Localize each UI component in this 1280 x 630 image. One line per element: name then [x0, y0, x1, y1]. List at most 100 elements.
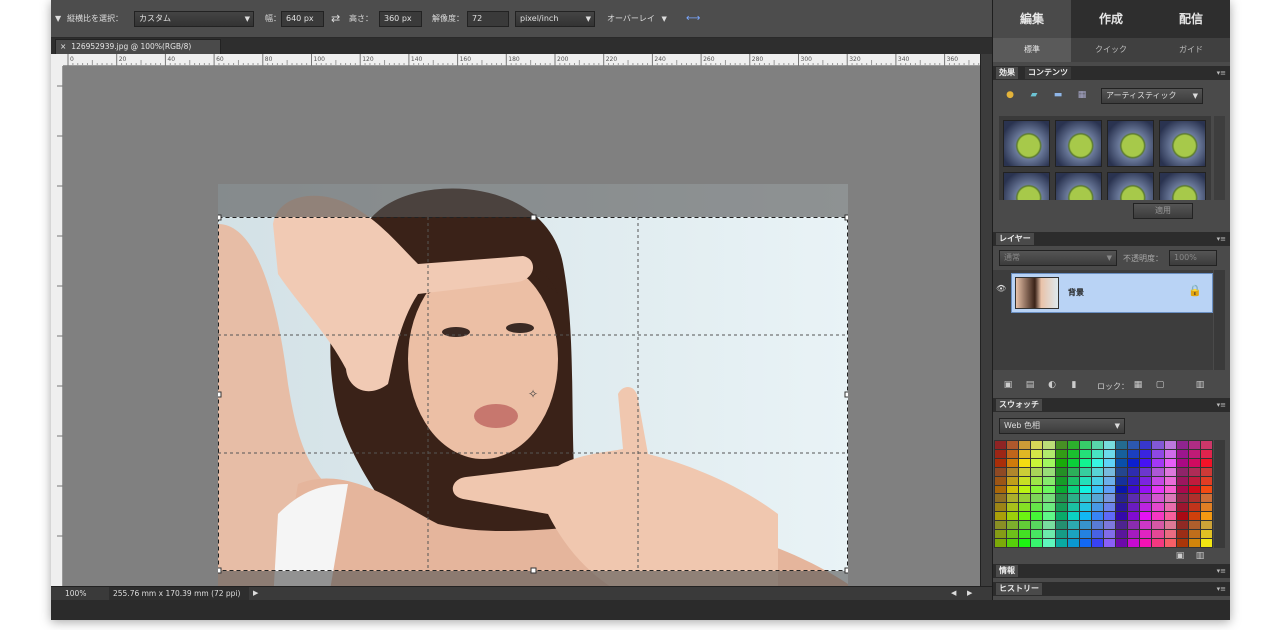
color-swatch[interactable]	[1055, 476, 1067, 485]
color-swatch[interactable]	[1116, 539, 1128, 547]
color-swatch[interactable]	[1043, 503, 1055, 512]
overlay-menu[interactable]: オーバーレイ ▼	[607, 11, 667, 27]
color-swatch[interactable]	[1091, 521, 1103, 530]
delete-swatch-icon[interactable]: ▥	[1193, 549, 1207, 563]
info-panel-header[interactable]: 情報 ▾≡	[993, 564, 1230, 578]
color-swatch[interactable]	[1128, 503, 1140, 512]
status-menu-arrow-icon[interactable]: ▶	[253, 587, 258, 600]
color-swatch[interactable]	[995, 494, 1007, 503]
color-swatch[interactable]	[1140, 494, 1152, 503]
color-swatch[interactable]	[1176, 449, 1188, 458]
color-swatch[interactable]	[1140, 521, 1152, 530]
color-swatch[interactable]	[1152, 458, 1164, 467]
color-swatch[interactable]	[1188, 494, 1200, 503]
color-swatch[interactable]	[1188, 530, 1200, 539]
color-swatch[interactable]	[1007, 503, 1019, 512]
color-swatch[interactable]	[1019, 458, 1031, 467]
color-swatch[interactable]	[1067, 441, 1079, 449]
tool-preset-arrow-icon[interactable]: ▼	[55, 11, 61, 27]
color-swatch[interactable]	[1188, 539, 1200, 547]
color-swatch[interactable]	[1007, 494, 1019, 503]
photo-effects-icon[interactable]: ▬	[1051, 88, 1065, 102]
color-swatch[interactable]	[1152, 539, 1164, 547]
color-swatch[interactable]	[1031, 494, 1043, 503]
color-swatch[interactable]	[1091, 449, 1103, 458]
color-swatch[interactable]	[1067, 449, 1079, 458]
color-swatch[interactable]	[1019, 476, 1031, 485]
color-swatch[interactable]	[1140, 539, 1152, 547]
color-swatch[interactable]	[1007, 441, 1019, 449]
color-swatch[interactable]	[1116, 476, 1128, 485]
color-swatch[interactable]	[1152, 476, 1164, 485]
color-swatch[interactable]	[1043, 485, 1055, 494]
color-swatch[interactable]	[1164, 467, 1176, 476]
color-swatch[interactable]	[1007, 539, 1019, 547]
color-swatch[interactable]	[1176, 476, 1188, 485]
color-swatch[interactable]	[1103, 521, 1116, 530]
color-swatch[interactable]	[1116, 521, 1128, 530]
color-swatch[interactable]	[1019, 449, 1031, 458]
color-swatch[interactable]	[1103, 539, 1116, 547]
document-tab[interactable]: × 126952939.jpg @ 100%(RGB/8)	[55, 39, 221, 54]
color-swatch[interactable]	[1188, 467, 1200, 476]
color-swatch[interactable]	[1103, 458, 1116, 467]
color-swatch[interactable]	[1091, 494, 1103, 503]
color-swatch[interactable]	[1031, 512, 1043, 521]
resolution-unit-select[interactable]: pixel/inch ▼	[515, 11, 595, 27]
color-swatch[interactable]	[1067, 503, 1079, 512]
color-swatch[interactable]	[1055, 449, 1067, 458]
color-swatch[interactable]	[1019, 530, 1031, 539]
color-swatch[interactable]	[1164, 494, 1176, 503]
color-swatch[interactable]	[1067, 476, 1079, 485]
color-swatch[interactable]	[1140, 467, 1152, 476]
color-swatch[interactable]	[1055, 494, 1067, 503]
color-swatch[interactable]	[1200, 476, 1212, 485]
color-swatch[interactable]	[1055, 521, 1067, 530]
layer-row-background[interactable]: 背景 🔒	[1011, 273, 1213, 313]
effects-tab[interactable]: 効果	[996, 67, 1018, 79]
color-swatch[interactable]	[995, 539, 1007, 547]
color-swatch[interactable]	[995, 503, 1007, 512]
color-swatch[interactable]	[1176, 467, 1188, 476]
color-swatch[interactable]	[1019, 512, 1031, 521]
color-swatch[interactable]	[1019, 441, 1031, 449]
color-swatch[interactable]	[995, 521, 1007, 530]
panel-menu-icon[interactable]: ▾≡	[1217, 582, 1226, 596]
color-swatch[interactable]	[1079, 485, 1091, 494]
color-swatch[interactable]	[1079, 467, 1091, 476]
color-swatch[interactable]	[1079, 539, 1091, 547]
color-swatch[interactable]	[1007, 530, 1019, 539]
scroll-left-icon[interactable]: ◀	[951, 587, 956, 600]
color-swatch[interactable]	[1043, 441, 1055, 449]
swap-dimensions-icon[interactable]: ⇄	[331, 11, 340, 27]
color-swatch[interactable]	[1103, 467, 1116, 476]
color-swatch[interactable]	[1043, 458, 1055, 467]
adjustment-layer-icon[interactable]: ◐	[1045, 378, 1059, 392]
effect-thumbnail[interactable]	[1055, 172, 1102, 200]
color-swatch[interactable]	[1055, 458, 1067, 467]
color-swatch[interactable]	[1140, 458, 1152, 467]
color-swatch[interactable]	[1200, 512, 1212, 521]
color-swatch[interactable]	[1200, 449, 1212, 458]
color-swatch[interactable]	[1031, 458, 1043, 467]
color-swatch[interactable]	[1007, 485, 1019, 494]
subtab-guided[interactable]: ガイド	[1151, 38, 1230, 62]
color-swatch[interactable]	[1116, 458, 1128, 467]
color-swatch[interactable]	[1188, 512, 1200, 521]
color-swatch[interactable]	[1079, 512, 1091, 521]
color-swatch[interactable]	[1043, 476, 1055, 485]
color-swatch[interactable]	[1067, 485, 1079, 494]
color-swatch[interactable]	[1164, 449, 1176, 458]
color-swatch[interactable]	[1128, 467, 1140, 476]
color-swatch[interactable]	[995, 530, 1007, 539]
color-swatch[interactable]	[1188, 485, 1200, 494]
color-swatch[interactable]	[1043, 512, 1055, 521]
color-swatch[interactable]	[1019, 467, 1031, 476]
photo-image[interactable]: ✧	[218, 184, 848, 602]
color-swatch[interactable]	[1128, 512, 1140, 521]
effect-thumbnail[interactable]	[1107, 172, 1154, 200]
color-swatch[interactable]	[1103, 441, 1116, 449]
color-swatch[interactable]	[1188, 449, 1200, 458]
color-swatch[interactable]	[1031, 503, 1043, 512]
color-swatch[interactable]	[1103, 512, 1116, 521]
